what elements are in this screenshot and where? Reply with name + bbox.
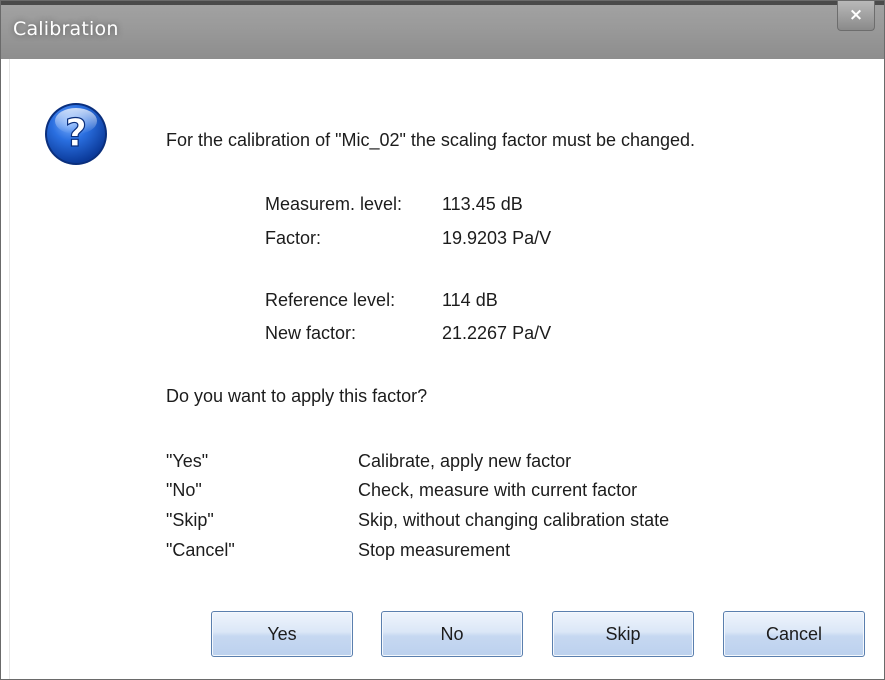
factor-value: 19.9203 Pa/V bbox=[442, 228, 552, 248]
question-glyph: ? bbox=[65, 111, 87, 155]
close-icon[interactable]: × bbox=[838, 5, 874, 25]
measurement-level-label: Measurem. level: bbox=[265, 194, 403, 214]
reference-level-label: Reference level: bbox=[265, 290, 396, 310]
option-desc-no: Check, measure with current factor bbox=[358, 480, 638, 500]
calibration-dialog: Calibration × ? For the calibration of "… bbox=[0, 0, 885, 680]
option-desc-yes: Calibrate, apply new factor bbox=[358, 451, 572, 471]
option-key-no: "No" bbox=[166, 480, 202, 500]
title-bar-top-edge bbox=[1, 1, 884, 5]
yes-button[interactable]: Yes bbox=[211, 611, 353, 657]
skip-button[interactable]: Skip bbox=[552, 611, 694, 657]
reference-level-value: 114 dB bbox=[442, 290, 498, 310]
cancel-button[interactable]: Cancel bbox=[723, 611, 865, 657]
option-key-cancel: "Cancel" bbox=[166, 540, 235, 560]
option-key-skip: "Skip" bbox=[166, 510, 214, 530]
factor-label: Factor: bbox=[265, 228, 322, 248]
no-button[interactable]: No bbox=[381, 611, 523, 657]
close-button[interactable]: × bbox=[837, 1, 875, 31]
window-title: Calibration bbox=[13, 18, 119, 40]
apply-question: Do you want to apply this factor? bbox=[166, 386, 428, 406]
measurement-level-value: 113.45 dB bbox=[442, 194, 523, 214]
dialog-left-edge bbox=[1, 59, 10, 679]
option-key-yes: "Yes" bbox=[166, 451, 209, 471]
title-bar[interactable]: Calibration × bbox=[1, 1, 884, 59]
question-icon: ? bbox=[45, 103, 107, 165]
new-factor-label: New factor: bbox=[265, 323, 357, 343]
intro-text: For the calibration of "Mic_02" the scal… bbox=[166, 130, 696, 150]
option-desc-cancel: Stop measurement bbox=[358, 540, 511, 560]
option-desc-skip: Skip, without changing calibration state bbox=[358, 510, 670, 530]
new-factor-value: 21.2267 Pa/V bbox=[442, 323, 552, 343]
